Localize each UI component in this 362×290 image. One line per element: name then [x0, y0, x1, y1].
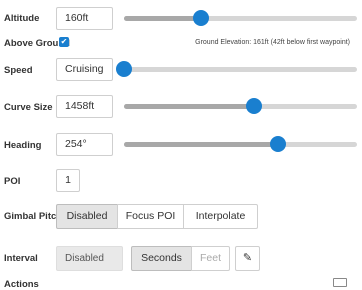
- altitude-input[interactable]: 160ft: [56, 7, 113, 30]
- heading-label: Heading: [4, 140, 42, 151]
- curve-size-slider[interactable]: [124, 98, 357, 114]
- heading-input[interactable]: 254°: [56, 133, 113, 156]
- speed-input[interactable]: Cruising: [56, 58, 113, 81]
- poi-label: POI: [4, 176, 21, 187]
- interval-value: Disabled: [56, 246, 123, 271]
- ground-elevation-note: Ground Elevation: 161ft (42ft below firs…: [195, 39, 350, 46]
- gimbal-pitch-option-focus-poi[interactable]: Focus POI: [117, 204, 184, 229]
- curve-size-slider-fill: [124, 104, 255, 109]
- altitude-slider[interactable]: [124, 10, 357, 26]
- interval-label: Interval: [4, 253, 38, 264]
- pencil-icon: ✎: [242, 252, 253, 264]
- check-icon: ✔: [60, 37, 68, 46]
- altitude-slider-fill: [124, 16, 201, 21]
- curve-size-label: Curve Size: [4, 102, 53, 113]
- speed-slider-thumb[interactable]: [116, 61, 132, 77]
- interval-unit-feet[interactable]: Feet: [191, 246, 230, 271]
- edit-interval-button[interactable]: ✎: [235, 246, 260, 271]
- altitude-slider-thumb[interactable]: [192, 10, 209, 26]
- above-ground-checkbox[interactable]: ✔: [59, 37, 69, 47]
- poi-input[interactable]: 1: [56, 169, 80, 192]
- altitude-label: Altitude: [4, 13, 40, 24]
- gimbal-pitch-option-interpolate[interactable]: Interpolate: [183, 204, 258, 229]
- heading-slider-thumb[interactable]: [269, 136, 286, 152]
- speed-slider[interactable]: [116, 61, 357, 77]
- speed-label: Speed: [4, 65, 33, 76]
- heading-slider-fill: [124, 142, 278, 147]
- interval-unit-seconds[interactable]: Seconds: [131, 246, 192, 271]
- gimbal-pitch-label: Gimbal Pitch: [4, 211, 63, 222]
- gimbal-pitch-option-disabled[interactable]: Disabled: [56, 204, 118, 229]
- heading-slider[interactable]: [124, 136, 357, 152]
- card-icon[interactable]: [333, 278, 347, 287]
- interval-unit-segmented: Seconds Feet: [131, 246, 230, 271]
- gimbal-pitch-segmented: Disabled Focus POI Interpolate: [56, 204, 258, 229]
- curve-size-input[interactable]: 1458ft: [56, 95, 113, 118]
- curve-size-slider-thumb[interactable]: [246, 98, 263, 114]
